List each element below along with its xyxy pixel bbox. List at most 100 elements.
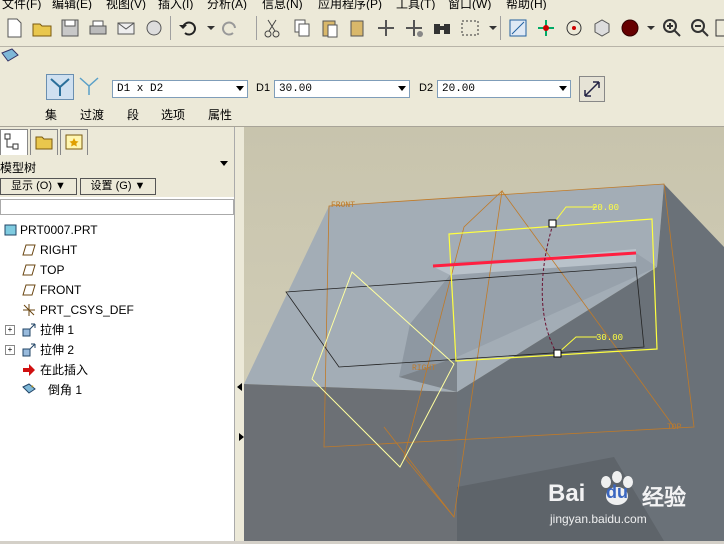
watermark-brand: Bai xyxy=(548,480,586,507)
menu-view[interactable]: 视图(V) xyxy=(106,0,146,10)
tab-folder-browser[interactable] xyxy=(30,129,58,155)
regenerate-icon[interactable] xyxy=(374,16,398,40)
tree-item-label: FRONT xyxy=(40,283,82,297)
navigator-panel: 模型树 显示 (O) ▼ 设置 (G) ▼ PRT0007.PRT RIGHT … xyxy=(0,127,235,541)
tree-item-label: 拉伸 2 xyxy=(40,343,75,357)
paste-special-icon[interactable] xyxy=(346,16,370,40)
d2-input[interactable]: 20.00 xyxy=(437,80,571,98)
select-box-icon[interactable] xyxy=(458,16,482,40)
open-folder-icon[interactable] xyxy=(30,16,54,40)
top-datum-label: TOP xyxy=(667,423,682,432)
tree-header: 模型树 xyxy=(0,155,234,177)
folder-browser-icon xyxy=(35,136,53,150)
scheme-select[interactable]: D1 x D2 xyxy=(112,80,248,98)
watermark-brand-du: du xyxy=(606,482,628,502)
tab-transitions[interactable]: 过渡 xyxy=(80,106,104,123)
tree-item-label: RIGHT xyxy=(40,243,78,257)
show-button[interactable]: 显示 (O) ▼ xyxy=(0,178,77,195)
chevron-down-icon xyxy=(236,86,244,91)
expand-icon[interactable]: + xyxy=(5,345,15,355)
d2-label: D2 xyxy=(419,82,434,94)
datum-axis-icon[interactable] xyxy=(534,16,558,40)
watermark-url: jingyan.baidu.com xyxy=(550,512,647,526)
tree-buttons: 显示 (O) ▼ 设置 (G) ▼ xyxy=(0,177,234,197)
extrude-icon xyxy=(22,343,36,357)
expand-icon[interactable]: + xyxy=(5,325,15,335)
tab-model-tree[interactable] xyxy=(0,129,28,156)
tree-item-top[interactable]: TOP xyxy=(0,260,234,280)
orient-icon[interactable] xyxy=(590,16,614,40)
menu-bar: 文件(F) 编辑(E) 视图(V) 插入(I) 分析(A) 信息(N) 应用程序… xyxy=(0,0,724,10)
refit-view-icon[interactable] xyxy=(712,16,724,40)
tab-pieces[interactable]: 段 xyxy=(127,106,139,123)
redo-icon[interactable] xyxy=(218,16,242,40)
set-mode-button[interactable] xyxy=(46,74,74,100)
transition-mode-button[interactable] xyxy=(76,74,102,100)
print-icon[interactable] xyxy=(86,16,110,40)
tree-item-chamfer-1[interactable]: * 倒角 1 xyxy=(0,380,234,400)
mail-attach-icon[interactable] xyxy=(142,16,166,40)
tree-title: 模型树 xyxy=(0,161,37,175)
collapse-left-icon[interactable] xyxy=(237,383,242,391)
menu-insert[interactable]: 插入(I) xyxy=(158,0,193,10)
tab-sets[interactable]: 集 xyxy=(45,106,57,123)
tree-item-insert-here[interactable]: 在此插入 xyxy=(0,360,234,380)
cut-icon[interactable] xyxy=(260,16,284,40)
flip-arrow-icon xyxy=(584,81,600,97)
menu-window[interactable]: 窗口(W) xyxy=(448,0,491,10)
tree-item-label: 在此插入 xyxy=(40,363,89,377)
tree-item-extrude-1[interactable]: + 拉伸 1 xyxy=(0,320,234,340)
flip-direction-button[interactable] xyxy=(579,76,605,102)
new-file-icon[interactable] xyxy=(2,16,26,40)
part-icon xyxy=(4,223,18,237)
svg-text:*: * xyxy=(31,385,34,392)
select-dropdown-icon[interactable] xyxy=(482,16,506,40)
d1-drag-handle[interactable] xyxy=(553,349,562,358)
menu-analysis[interactable]: 分析(A) xyxy=(207,0,247,10)
view-refit-icon[interactable] xyxy=(506,16,530,40)
d1-dimension-label[interactable]: 30.00 xyxy=(596,333,623,343)
paste-icon[interactable] xyxy=(318,16,342,40)
tab-options[interactable]: 选项 xyxy=(161,106,185,123)
zoom-in-icon[interactable] xyxy=(660,16,684,40)
copy-icon[interactable] xyxy=(290,16,314,40)
tree-item-front[interactable]: FRONT xyxy=(0,280,234,300)
tab-properties[interactable]: 属性 xyxy=(208,106,232,123)
menu-file[interactable]: 文件(F) xyxy=(2,0,41,10)
tree-item-extrude-2[interactable]: + 拉伸 2 xyxy=(0,340,234,360)
find-icon[interactable] xyxy=(430,16,454,40)
scheme-select-value: D1 x D2 xyxy=(117,83,164,95)
menu-info[interactable]: 信息(N) xyxy=(262,0,303,10)
undo-icon[interactable] xyxy=(176,16,200,40)
spin-center-icon[interactable] xyxy=(562,16,586,40)
settings-button[interactable]: 设置 (G) ▼ xyxy=(80,178,156,195)
tree-item-part[interactable]: PRT0007.PRT xyxy=(0,220,234,240)
transition-mode-icon xyxy=(79,77,99,95)
d2-drag-handle[interactable] xyxy=(548,219,557,228)
menu-tools[interactable]: 工具(T) xyxy=(396,0,435,10)
d2-dimension-label[interactable]: 20.00 xyxy=(592,203,619,213)
navigator-tabs xyxy=(0,127,234,156)
d1-input[interactable]: 30.00 xyxy=(274,80,410,98)
csys-icon xyxy=(22,303,36,317)
menu-help[interactable]: 帮助(H) xyxy=(506,0,547,10)
tree-filter-field[interactable] xyxy=(0,199,234,215)
send-mail-icon[interactable] xyxy=(114,16,138,40)
zoom-out-icon[interactable] xyxy=(688,16,712,40)
tree-menu-icon[interactable] xyxy=(220,161,228,166)
datum-plane-icon xyxy=(22,263,36,277)
tab-favorites[interactable] xyxy=(60,129,88,155)
front-face xyxy=(244,384,457,541)
datum-plane-icon xyxy=(22,243,36,257)
tree-item-label: PRT0007.PRT xyxy=(20,223,98,237)
menu-edit[interactable]: 编辑(E) xyxy=(52,0,92,10)
display-style-icon[interactable] xyxy=(618,16,642,40)
tree-item-right[interactable]: RIGHT xyxy=(0,240,234,260)
tree-item-csys[interactable]: PRT_CSYS_DEF xyxy=(0,300,234,320)
d1-label: D1 xyxy=(256,82,271,94)
menu-applications[interactable]: 应用程序(P) xyxy=(318,0,382,10)
chamfer-icon: * xyxy=(22,383,36,397)
save-icon[interactable] xyxy=(58,16,82,40)
tree-item-label: PRT_CSYS_DEF xyxy=(40,303,134,317)
regenerate-manager-icon[interactable] xyxy=(402,16,426,40)
